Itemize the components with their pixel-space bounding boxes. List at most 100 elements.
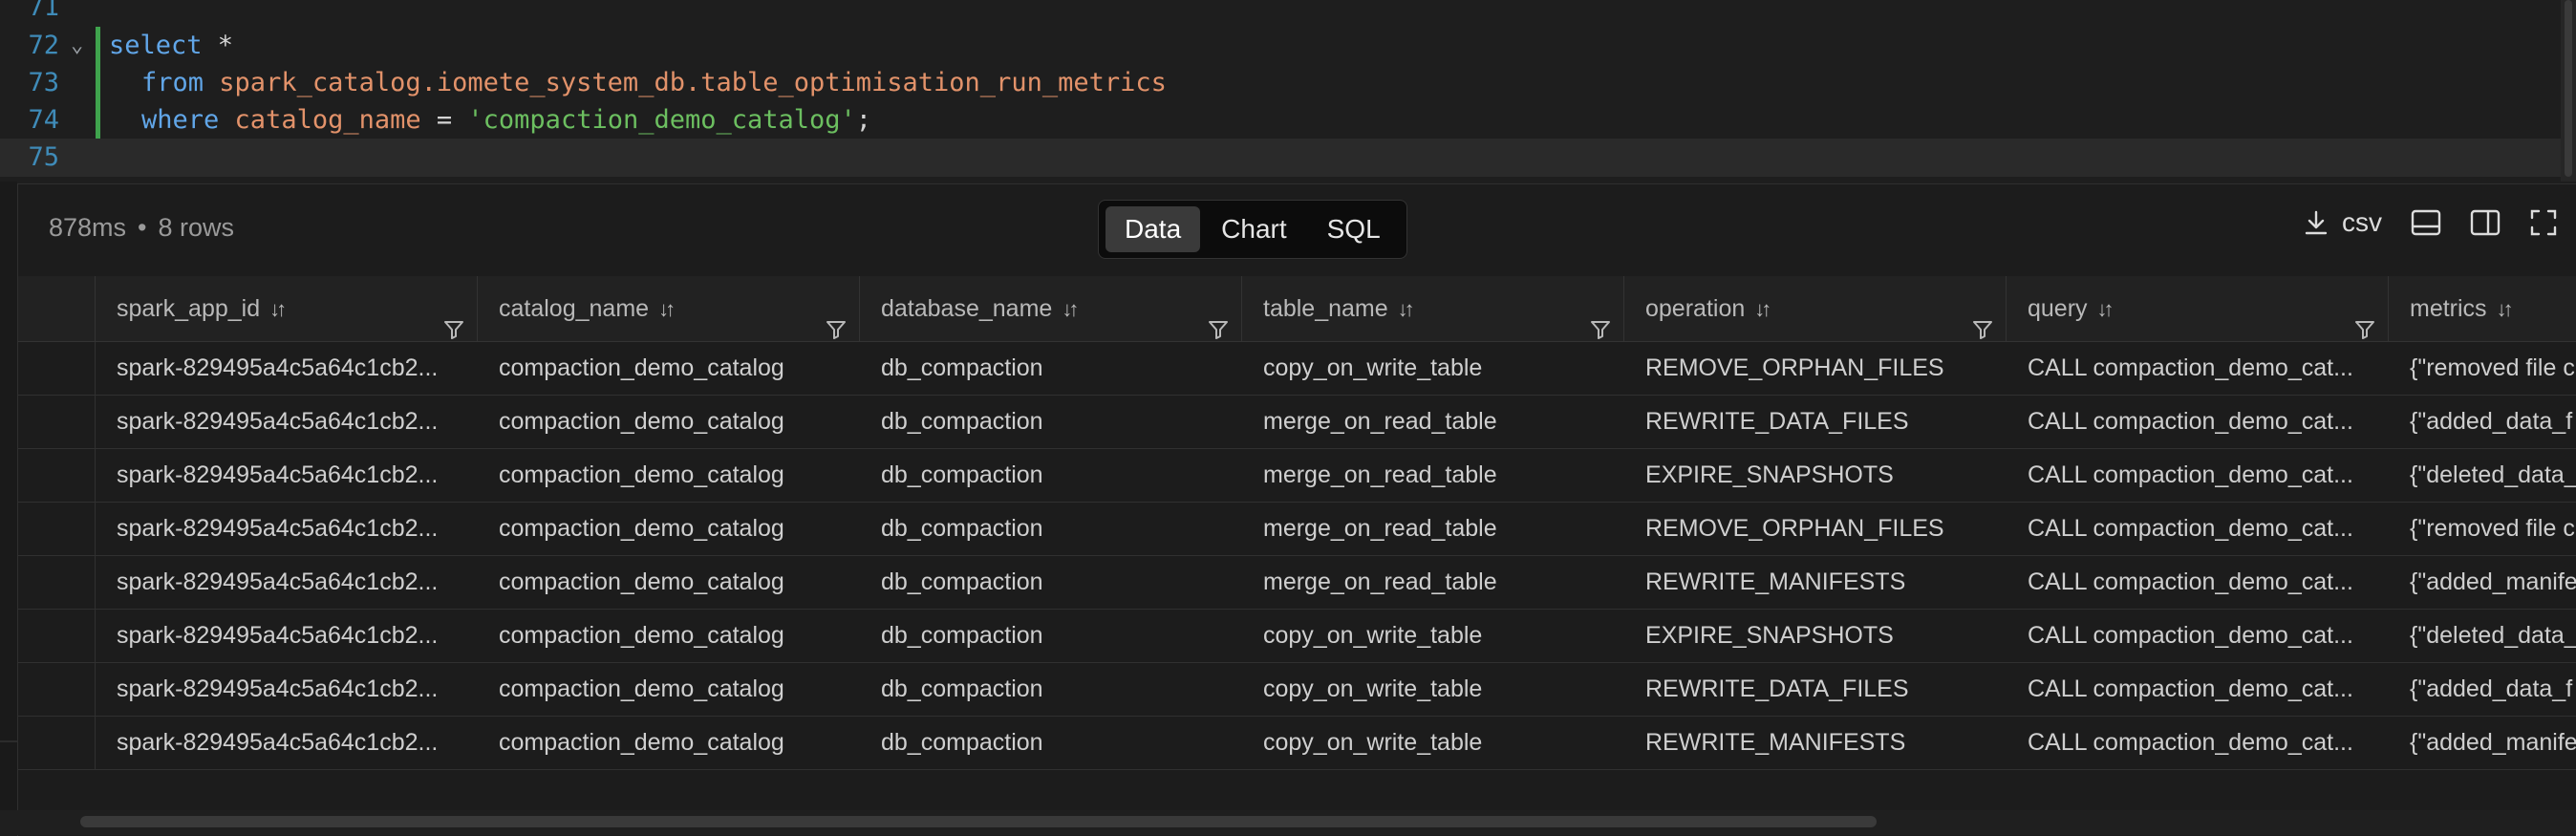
cell-query[interactable]: CALL compaction_demo_cat... xyxy=(2028,663,2391,716)
cell-spark-app-id[interactable]: spark-829495a4c5a64c1cb2... xyxy=(117,556,480,609)
cell-catalog-name[interactable]: compaction_demo_catalog xyxy=(499,663,862,716)
cell-table-name[interactable]: merge_on_read_table xyxy=(1263,503,1626,555)
cell-catalog-name[interactable]: compaction_demo_catalog xyxy=(499,503,862,555)
table-row[interactable]: spark-829495a4c5a64c1cb2... compaction_de… xyxy=(18,717,2576,770)
cell-metrics[interactable]: {"added_manife xyxy=(2410,717,2576,769)
cell-database-name[interactable]: db_compaction xyxy=(881,717,1244,769)
table-row[interactable]: spark-829495a4c5a64c1cb2... compaction_de… xyxy=(18,449,2576,503)
cell-query[interactable]: CALL compaction_demo_cat... xyxy=(2028,610,2391,662)
column-header-operation[interactable]: operation ↓↑ xyxy=(1624,276,2007,341)
cell-table-name[interactable]: merge_on_read_table xyxy=(1263,396,1626,448)
cell-metrics[interactable]: {"deleted_data_ xyxy=(2410,449,2576,502)
table-row[interactable]: spark-829495a4c5a64c1cb2... compaction_de… xyxy=(18,556,2576,610)
cell-database-name[interactable]: db_compaction xyxy=(881,396,1244,448)
cell-table-name[interactable]: copy_on_write_table xyxy=(1263,717,1626,769)
cell-query[interactable]: CALL compaction_demo_cat... xyxy=(2028,449,2391,502)
cell-spark-app-id[interactable]: spark-829495a4c5a64c1cb2... xyxy=(117,717,480,769)
column-header-database-name[interactable]: database_name ↓↑ xyxy=(860,276,1242,341)
editor-scrollbar[interactable] xyxy=(2561,0,2576,182)
cell-catalog-name[interactable]: compaction_demo_catalog xyxy=(499,610,862,662)
code-line-71[interactable]: 71 xyxy=(0,0,2561,27)
code-line-73[interactable]: 73 from spark_catalog.iomete_system_db.t… xyxy=(0,64,2561,102)
cell-catalog-name[interactable]: compaction_demo_catalog xyxy=(499,342,862,395)
table-row[interactable]: spark-829495a4c5a64c1cb2... compaction_de… xyxy=(18,342,2576,396)
cell-operation[interactable]: EXPIRE_SNAPSHOTS xyxy=(1645,610,2008,662)
code-text: from spark_catalog.iomete_system_db.tabl… xyxy=(141,64,1167,102)
sql-editor[interactable]: 71 72 ⌄ select * 73 from spark_catalog.i… xyxy=(0,0,2576,182)
cell-table-name[interactable]: merge_on_read_table xyxy=(1263,449,1626,502)
code-line-75[interactable]: 75 xyxy=(0,139,2561,177)
cell-database-name[interactable]: db_compaction xyxy=(881,503,1244,555)
column-header-metrics[interactable]: metrics ↓↑ xyxy=(2389,276,2576,341)
tab-data[interactable]: Data xyxy=(1106,206,1201,252)
sort-icon[interactable]: ↓↑ xyxy=(1398,297,1415,321)
editor-scrollbar-thumb[interactable] xyxy=(2565,0,2572,177)
cell-spark-app-id[interactable]: spark-829495a4c5a64c1cb2... xyxy=(117,503,480,555)
cell-spark-app-id[interactable]: spark-829495a4c5a64c1cb2... xyxy=(117,610,480,662)
line-number: 73 xyxy=(28,68,59,97)
fullscreen-button[interactable] xyxy=(2529,208,2558,237)
column-header-query[interactable]: query ↓↑ xyxy=(2007,276,2389,341)
cell-metrics[interactable]: {"removed file c xyxy=(2410,503,2576,555)
cell-table-name[interactable]: copy_on_write_table xyxy=(1263,342,1626,395)
cell-catalog-name[interactable]: compaction_demo_catalog xyxy=(499,396,862,448)
sort-icon[interactable]: ↓↑ xyxy=(1062,297,1079,321)
cell-query[interactable]: CALL compaction_demo_cat... xyxy=(2028,503,2391,555)
layout-bottom-button[interactable] xyxy=(2411,209,2441,236)
cell-database-name[interactable]: db_compaction xyxy=(881,556,1244,609)
cell-database-name[interactable]: db_compaction xyxy=(881,342,1244,395)
tab-chart[interactable]: Chart xyxy=(1202,206,1305,252)
cell-metrics[interactable]: {"added_data_f xyxy=(2410,396,2576,448)
column-header-catalog-name[interactable]: catalog_name ↓↑ xyxy=(478,276,860,341)
cell-operation[interactable]: REMOVE_ORPHAN_FILES xyxy=(1645,503,2008,555)
cell-database-name[interactable]: db_compaction xyxy=(881,449,1244,502)
code-text: where catalog_name = 'compaction_demo_ca… xyxy=(141,101,871,139)
cell-spark-app-id[interactable]: spark-829495a4c5a64c1cb2... xyxy=(117,663,480,716)
cell-metrics[interactable]: {"deleted_data_ xyxy=(2410,610,2576,662)
code-line-74[interactable]: 74 where catalog_name = 'compaction_demo… xyxy=(0,101,2561,139)
code-line-72[interactable]: 72 ⌄ select * xyxy=(0,27,2561,65)
cell-catalog-name[interactable]: compaction_demo_catalog xyxy=(499,449,862,502)
cell-operation[interactable]: REWRITE_MANIFESTS xyxy=(1645,556,2008,609)
cell-metrics[interactable]: {"removed file c xyxy=(2410,342,2576,395)
column-header-table-name[interactable]: table_name ↓↑ xyxy=(1242,276,1624,341)
cell-database-name[interactable]: db_compaction xyxy=(881,610,1244,662)
cell-metrics[interactable]: {"added_manife xyxy=(2410,556,2576,609)
table-row[interactable]: spark-829495a4c5a64c1cb2... compaction_de… xyxy=(18,396,2576,449)
cell-database-name[interactable]: db_compaction xyxy=(881,663,1244,716)
cell-query[interactable]: CALL compaction_demo_cat... xyxy=(2028,342,2391,395)
horizontal-scrollbar-thumb[interactable] xyxy=(80,816,1877,827)
cell-query[interactable]: CALL compaction_demo_cat... xyxy=(2028,717,2391,769)
cell-operation[interactable]: EXPIRE_SNAPSHOTS xyxy=(1645,449,2008,502)
table-row[interactable]: spark-829495a4c5a64c1cb2... compaction_de… xyxy=(18,503,2576,556)
sort-icon[interactable]: ↓↑ xyxy=(2497,297,2514,321)
row-number-cell xyxy=(18,717,96,769)
table-row[interactable]: spark-829495a4c5a64c1cb2... compaction_de… xyxy=(18,663,2576,717)
cell-table-name[interactable]: copy_on_write_table xyxy=(1263,610,1626,662)
cell-spark-app-id[interactable]: spark-829495a4c5a64c1cb2... xyxy=(117,342,480,395)
cell-spark-app-id[interactable]: spark-829495a4c5a64c1cb2... xyxy=(117,449,480,502)
cell-operation[interactable]: REMOVE_ORPHAN_FILES xyxy=(1645,342,2008,395)
download-csv-button[interactable]: csv xyxy=(2304,207,2382,238)
sort-icon[interactable]: ↓↑ xyxy=(1754,297,1771,321)
table-row[interactable]: spark-829495a4c5a64c1cb2... compaction_de… xyxy=(18,610,2576,663)
cell-operation[interactable]: REWRITE_DATA_FILES xyxy=(1645,396,2008,448)
cell-table-name[interactable]: copy_on_write_table xyxy=(1263,663,1626,716)
cell-query[interactable]: CALL compaction_demo_cat... xyxy=(2028,396,2391,448)
line-number: 71 xyxy=(28,0,59,22)
fold-chevron-icon[interactable]: ⌄ xyxy=(71,27,83,65)
cell-catalog-name[interactable]: compaction_demo_catalog xyxy=(499,556,862,609)
cell-query[interactable]: CALL compaction_demo_cat... xyxy=(2028,556,2391,609)
cell-spark-app-id[interactable]: spark-829495a4c5a64c1cb2... xyxy=(117,396,480,448)
sort-icon[interactable]: ↓↑ xyxy=(269,297,287,321)
tab-sql[interactable]: SQL xyxy=(1308,206,1400,252)
cell-operation[interactable]: REWRITE_MANIFESTS xyxy=(1645,717,2008,769)
cell-metrics[interactable]: {"added_data_f xyxy=(2410,663,2576,716)
sort-icon[interactable]: ↓↑ xyxy=(658,297,676,321)
column-header-spark-app-id[interactable]: spark_app_id ↓↑ xyxy=(96,276,478,341)
cell-table-name[interactable]: merge_on_read_table xyxy=(1263,556,1626,609)
layout-side-button[interactable] xyxy=(2470,209,2501,236)
cell-catalog-name[interactable]: compaction_demo_catalog xyxy=(499,717,862,769)
sort-icon[interactable]: ↓↑ xyxy=(2097,297,2114,321)
cell-operation[interactable]: REWRITE_DATA_FILES xyxy=(1645,663,2008,716)
